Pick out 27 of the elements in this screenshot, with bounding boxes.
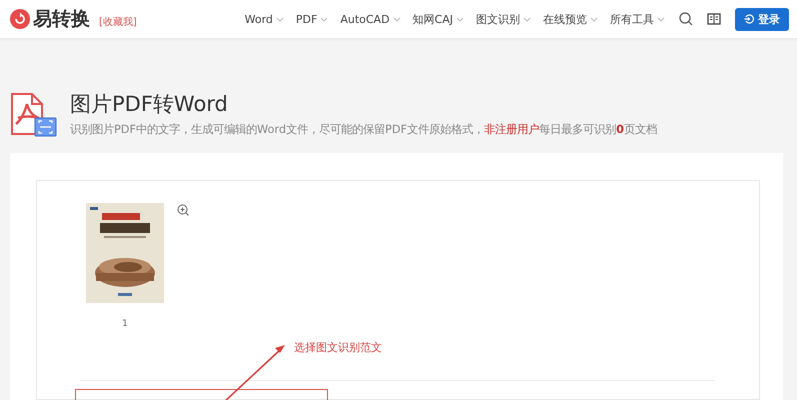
logo-icon — [10, 9, 30, 29]
caret-icon — [320, 16, 328, 22]
nav-menu-item[interactable]: 图文识别 — [476, 12, 531, 26]
caret-icon — [657, 16, 665, 22]
page-description: 识别图片PDF中的文字，生成可编辑的Word文件，尽可能的保留PDF文件原始格式，非注册用户每日最多可识别0页文档 — [70, 122, 657, 137]
login-button[interactable]: 登录 — [735, 8, 789, 30]
caret-icon — [590, 16, 598, 22]
page-title: 图片PDF转Word — [70, 92, 229, 118]
caret-icon — [276, 16, 284, 22]
nav-menu-item[interactable]: 所有工具 — [610, 12, 665, 26]
caret-icon — [456, 16, 464, 22]
logo-text[interactable]: 易转换 — [33, 6, 90, 32]
book-icon[interactable] — [707, 13, 721, 25]
nav-menu-item[interactable]: 知网CAJ — [412, 12, 464, 26]
nav-menu-item[interactable]: AutoCAD — [340, 12, 401, 26]
nav-menu-item[interactable]: 在线预览 — [543, 12, 598, 26]
page-number: 1 — [122, 319, 128, 329]
caret-icon — [392, 16, 401, 22]
login-icon — [744, 14, 754, 24]
zoom-in-icon[interactable] — [177, 204, 189, 216]
caret-icon — [523, 16, 531, 22]
nav-menu-item[interactable]: PDF — [296, 12, 328, 26]
nav-menu-item[interactable]: Word — [244, 12, 284, 26]
pdf-image-icon — [10, 92, 58, 138]
bookmark-link[interactable]: [收藏我] — [99, 15, 137, 29]
annotation-text: 选择图文识别范文 — [294, 340, 382, 355]
search-icon[interactable] — [679, 12, 693, 26]
